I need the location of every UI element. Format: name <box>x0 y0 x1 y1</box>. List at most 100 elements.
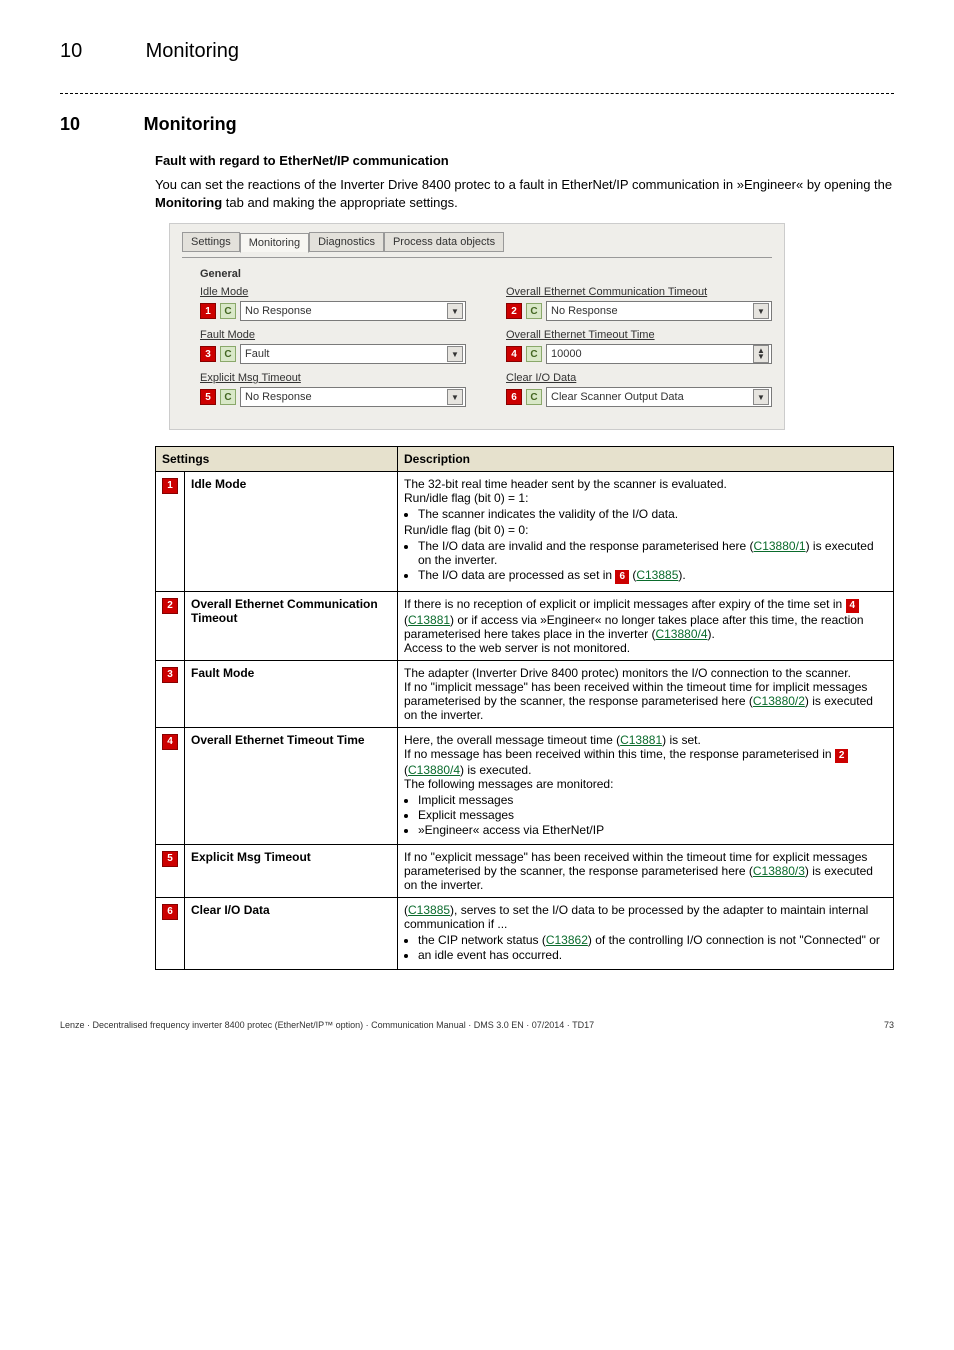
tab-diagnostics[interactable]: Diagnostics <box>309 232 384 252</box>
running-head: 10 Monitoring <box>60 40 894 63</box>
combo-explicit-msg-timeout[interactable]: No Response ▼ <box>240 387 466 407</box>
desc-bullet: Explicit messages <box>418 808 887 822</box>
desc-bullet: »Engineer« access via EtherNet/IP <box>418 823 887 837</box>
param-link[interactable]: C13880/4 <box>655 627 707 641</box>
row-name: Overall Ethernet Timeout Time <box>185 728 398 845</box>
footer-page-number: 73 <box>884 1020 894 1030</box>
desc-bullet: The I/O data are invalid and the respons… <box>418 539 887 567</box>
tab-monitoring[interactable]: Monitoring <box>240 233 309 253</box>
label-explicit-msg-timeout: Explicit Msg Timeout <box>200 372 466 384</box>
desc-line: The adapter (Inverter Drive 8400 protec)… <box>404 666 887 680</box>
c-badge: C <box>526 389 542 405</box>
row-name: Explicit Msg Timeout <box>185 845 398 898</box>
desc-text: ) is set. <box>662 733 701 747</box>
combo-clear-io-data[interactable]: Clear Scanner Output Data ▼ <box>546 387 772 407</box>
chevron-down-icon: ▼ <box>753 303 769 319</box>
desc-text: ). <box>708 627 715 641</box>
desc-text: If there is no reception of explicit or … <box>404 597 846 611</box>
tab-bar: Settings Monitoring Diagnostics Process … <box>182 232 772 252</box>
desc-text: Here, the overall message timeout time ( <box>404 733 620 747</box>
label-idle-mode: Idle Mode <box>200 286 466 298</box>
param-link[interactable]: C13880/3 <box>753 864 805 878</box>
c-badge: C <box>526 346 542 362</box>
table-row: 5 Explicit Msg Timeout If no "explicit m… <box>156 845 894 898</box>
desc-line: Run/idle flag (bit 0) = 0: <box>404 523 887 537</box>
row-desc: The adapter (Inverter Drive 8400 protec)… <box>398 661 894 728</box>
section-num: 10 <box>60 114 140 135</box>
row-desc: If no "explicit message" has been receiv… <box>398 845 894 898</box>
group-title: General <box>200 268 772 280</box>
param-link[interactable]: C13881 <box>408 613 450 627</box>
label-overall-timeout-time: Overall Ethernet Timeout Time <box>506 329 772 341</box>
desc-text: The I/O data are processed as set in <box>418 568 615 582</box>
th-description: Description <box>398 447 894 472</box>
chevron-down-icon: ▼ <box>447 346 463 362</box>
desc-bullet: The I/O data are processed as set in 6 (… <box>418 568 887 584</box>
desc-text: ). <box>678 568 685 582</box>
section-title: 10 Monitoring <box>60 114 894 135</box>
c-badge: C <box>526 303 542 319</box>
combo-explicit-msg-timeout-value: No Response <box>245 391 312 403</box>
desc-bullet: an idle event has occurred. <box>418 948 887 962</box>
subheading: Fault with regard to EtherNet/IP communi… <box>155 153 894 168</box>
row-name: Fault Mode <box>185 661 398 728</box>
param-link[interactable]: C13885 <box>408 903 450 917</box>
spinner-arrows-icon: ▲▼ <box>753 345 769 363</box>
row-badge: 1 <box>162 478 178 494</box>
footer-left: Lenze · Decentralised frequency inverter… <box>60 1020 594 1030</box>
ref-badge: 4 <box>846 599 860 613</box>
desc-line: The 32-bit real time header sent by the … <box>404 477 887 491</box>
row-desc: The 32-bit real time header sent by the … <box>398 472 894 592</box>
table-row: 3 Fault Mode The adapter (Inverter Drive… <box>156 661 894 728</box>
badge-4: 4 <box>506 346 522 362</box>
desc-bullet: Implicit messages <box>418 793 887 807</box>
intro-paragraph: You can set the reactions of the Inverte… <box>155 176 894 211</box>
badge-2: 2 <box>506 303 522 319</box>
desc-bullet: the CIP network status (C13862) of the c… <box>418 933 887 947</box>
running-head-title: Monitoring <box>146 40 239 62</box>
param-link[interactable]: C13880/4 <box>408 763 460 777</box>
param-link[interactable]: C13880/2 <box>753 694 805 708</box>
combo-fault-mode[interactable]: Fault ▼ <box>240 344 466 364</box>
row-badge: 3 <box>162 667 178 683</box>
tab-process-data[interactable]: Process data objects <box>384 232 504 252</box>
desc-text: ) is executed. <box>460 763 531 777</box>
row-desc: If there is no reception of explicit or … <box>398 592 894 661</box>
row-desc: (C13885), serves to set the I/O data to … <box>398 898 894 970</box>
desc-line: If no message has been received within t… <box>404 747 887 777</box>
section-name: Monitoring <box>144 114 237 134</box>
tab-settings[interactable]: Settings <box>182 232 240 252</box>
combo-idle-mode[interactable]: No Response ▼ <box>240 301 466 321</box>
chevron-down-icon: ▼ <box>753 389 769 405</box>
desc-text: the CIP network status ( <box>418 933 546 947</box>
desc-text: ) or if access via »Engineer« no longer … <box>404 613 864 641</box>
intro-bold: Monitoring <box>155 195 222 210</box>
combo-overall-comm-timeout-value: No Response <box>551 305 618 317</box>
c-badge: C <box>220 346 236 362</box>
spinner-overall-timeout-time[interactable]: 10000 ▲▼ <box>546 344 772 364</box>
desc-bullet: The scanner indicates the validity of th… <box>418 507 887 521</box>
desc-line: Access to the web server is not monitore… <box>404 641 887 655</box>
th-settings: Settings <box>156 447 398 472</box>
param-link[interactable]: C13881 <box>620 733 662 747</box>
row-badge: 5 <box>162 851 178 867</box>
param-link[interactable]: C13885 <box>636 568 678 582</box>
combo-overall-comm-timeout[interactable]: No Response ▼ <box>546 301 772 321</box>
row-badge: 6 <box>162 904 178 920</box>
tab-border <box>182 257 772 258</box>
label-clear-io-data: Clear I/O Data <box>506 372 772 384</box>
table-row: 4 Overall Ethernet Timeout Time Here, th… <box>156 728 894 845</box>
row-desc: Here, the overall message timeout time (… <box>398 728 894 845</box>
intro-text-1: You can set the reactions of the Inverte… <box>155 177 892 192</box>
chevron-down-icon: ▼ <box>447 303 463 319</box>
badge-3: 3 <box>200 346 216 362</box>
desc-line: Run/idle flag (bit 0) = 1: <box>404 491 887 505</box>
desc-line: Here, the overall message timeout time (… <box>404 733 887 747</box>
desc-text: If no message has been received within t… <box>404 747 835 761</box>
desc-line: The following messages are monitored: <box>404 777 887 791</box>
param-link[interactable]: C13880/1 <box>754 539 806 553</box>
param-link[interactable]: C13862 <box>546 933 588 947</box>
table-row: 2 Overall Ethernet Communication Timeout… <box>156 592 894 661</box>
ref-badge: 2 <box>835 749 849 763</box>
chevron-down-icon: ▼ <box>447 389 463 405</box>
